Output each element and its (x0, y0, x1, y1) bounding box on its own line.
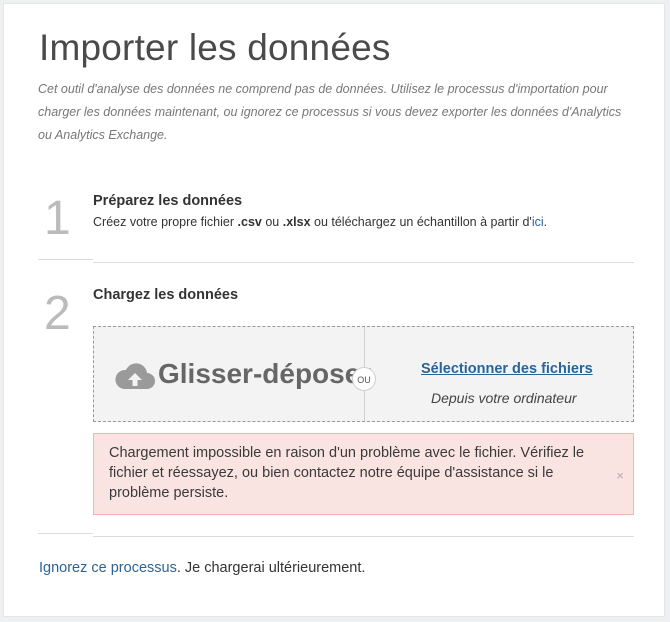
step-1-desc-end: . (543, 215, 548, 229)
page-title: Importer les données (39, 27, 391, 68)
or-separator-badge: OU (352, 367, 376, 391)
skip-process-suffix: . Je chargerai ultérieurement. (176, 560, 366, 576)
step-1-desc-or: ou (261, 215, 283, 229)
drag-drop-label: Glisser-déposer (158, 358, 372, 389)
alert-message: Chargement impossible en raison d'un pro… (109, 445, 585, 501)
skip-process-text: Ignorez ce processus. Je chargerai ultér… (39, 560, 365, 576)
cloud-upload-icon (115, 363, 155, 389)
select-files-link[interactable]: Sélectionner des fichiers (421, 361, 593, 377)
step-2-title: Chargez les données (93, 287, 239, 303)
close-icon[interactable]: × (616, 468, 624, 483)
skip-process-link[interactable]: Ignorez ce processus (39, 560, 177, 576)
step-1-desc-before: Créez votre propre fichier (93, 215, 238, 229)
divider (93, 536, 634, 537)
divider (38, 259, 93, 260)
divider (93, 262, 634, 263)
step-1-desc-after: ou téléchargez un échantillon à partir d… (310, 215, 532, 229)
upload-error-alert: Chargement impossible en raison d'un pro… (93, 433, 634, 515)
csv-extension: .csv (237, 215, 262, 229)
step-1-number: 1 (44, 192, 71, 245)
sample-download-link[interactable]: ici (532, 215, 544, 229)
step-1-description: Créez votre propre fichier .csv ou .xlsx… (93, 215, 547, 229)
select-files-subtitle: Depuis votre ordinateur (431, 390, 577, 406)
step-1-title: Préparez les données (93, 193, 243, 209)
import-panel: Importer les données Cet outil d'analyse… (3, 3, 665, 617)
xlsx-extension: .xlsx (282, 215, 311, 229)
divider (38, 533, 93, 534)
intro-text: Cet outil d'analyse des données ne compr… (38, 82, 622, 142)
step-2-number: 2 (44, 287, 71, 340)
file-dropzone[interactable]: Glisser-déposer OU Sélectionner des fich… (93, 326, 634, 422)
